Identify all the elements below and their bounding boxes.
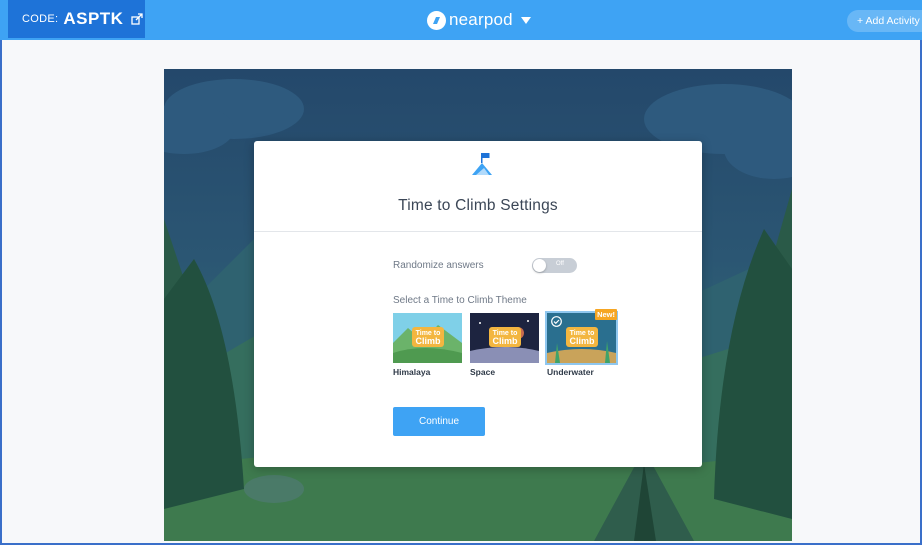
toggle-knob [533,259,546,272]
randomize-answers-toggle[interactable]: Off [532,258,577,273]
thumbnail-logo-bottom: Climb [569,336,595,346]
theme-name: Space [470,367,496,377]
thumbnail-logo-bottom: Climb [492,336,518,346]
new-badge: New! [595,309,617,320]
add-activity-button[interactable]: + Add Activity [847,10,922,32]
modal-title: Time to Climb Settings [398,197,558,214]
toggle-state-text: Off [556,261,564,267]
theme-name: Himalaya [393,367,431,377]
theme-select-label: Select a Time to Climb Theme [393,295,527,306]
mountain-flag-icon [472,153,492,175]
theme-option-space[interactable]: Time to Climb Space [470,313,539,383]
modal-divider [254,231,702,232]
randomize-answers-label: Randomize answers [393,260,484,271]
check-circle-icon [551,316,562,327]
top-bar: CODE: ASPTK nearpod + Add Activity [0,0,922,40]
share-icon[interactable] [131,13,144,25]
thumbnail-logo-bottom: Climb [415,336,441,346]
theme-options: Time to Climb Himalaya Time to Climb Spa… [393,309,633,383]
nearpod-brand-menu[interactable]: nearpod [427,9,531,31]
session-code-box[interactable]: CODE: ASPTK [8,0,145,38]
theme-option-underwater[interactable]: Time to Climb New! Underwater [545,309,618,383]
code-value: ASPTK [63,9,124,28]
continue-button[interactable]: Continue [393,407,485,436]
brand-name: nearpod [449,10,513,29]
theme-thumbnail-space: Time to Climb [470,313,539,363]
theme-name: Underwater [547,367,594,377]
code-label: CODE: [22,13,59,25]
nearpod-logo-icon [427,10,446,30]
settings-modal: Time to Climb Settings Randomize answers… [254,141,702,467]
theme-option-himalaya[interactable]: Time to Climb Himalaya [393,313,462,383]
theme-thumbnail-himalaya: Time to Climb [393,313,462,363]
chevron-down-icon [520,16,531,24]
